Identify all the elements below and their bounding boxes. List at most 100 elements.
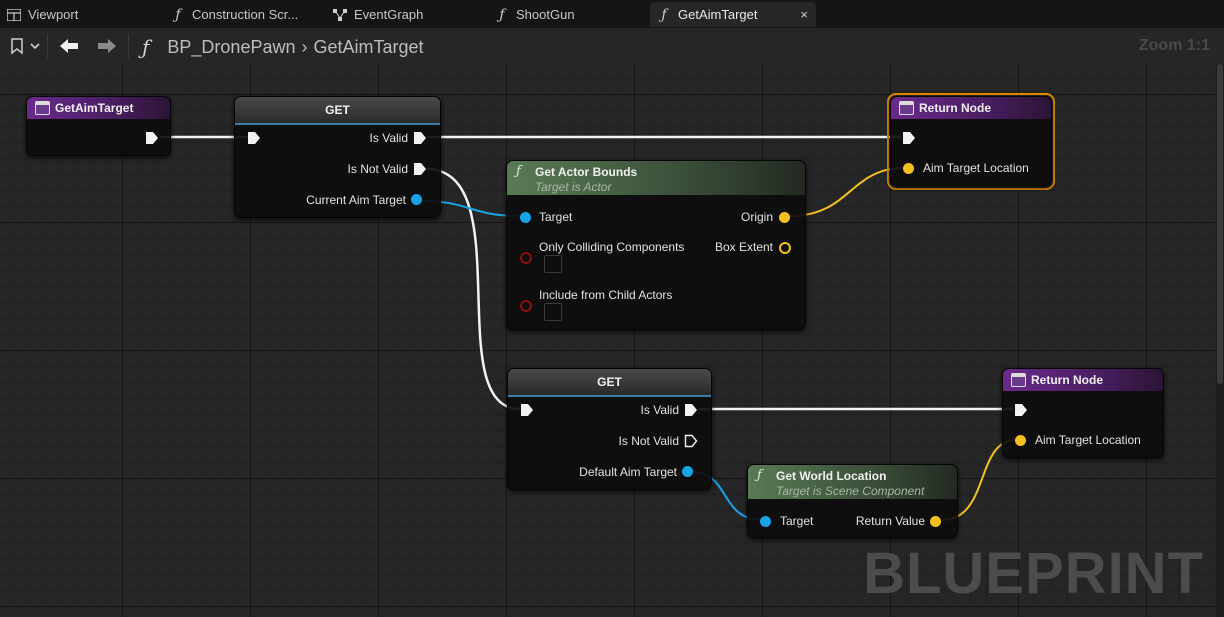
vector-pin[interactable] xyxy=(1015,435,1026,446)
node-title: Get Actor Bounds xyxy=(535,165,638,179)
return-node[interactable]: Return Node Aim Target Location xyxy=(890,96,1052,186)
vector-pin-unconnected[interactable] xyxy=(779,242,791,254)
forward-button[interactable] xyxy=(94,34,120,58)
node-title: GetAimTarget xyxy=(55,101,134,115)
checkbox[interactable] xyxy=(544,303,562,321)
toolbar: ƒ BP_DronePawn › GetAimTarget Zoom 1:1 xyxy=(0,28,1224,64)
graph-canvas[interactable]: GetAimTarget GET Is Valid Is Not Valid C… xyxy=(0,64,1216,617)
pin-label-aim-target-location: Aim Target Location xyxy=(1035,433,1141,447)
pin-label-return-value: Return Value xyxy=(855,514,925,528)
zoom-level: Zoom 1:1 xyxy=(1138,37,1210,54)
pin-label-aim-target-location: Aim Target Location xyxy=(923,161,1029,175)
scrollbar-thumb[interactable] xyxy=(1217,64,1223,384)
breadcrumb-function[interactable]: GetAimTarget xyxy=(313,37,423,58)
node-header: GET xyxy=(508,369,711,395)
exec-out-pin[interactable] xyxy=(145,131,159,145)
exec-in-pin[interactable] xyxy=(902,131,916,145)
exec-out-pin-unconnected[interactable] xyxy=(684,434,698,448)
vector-pin[interactable] xyxy=(903,163,914,174)
node-title: Get World Location xyxy=(776,469,887,483)
exec-out-pin[interactable] xyxy=(684,403,698,417)
pin-label-box-extent: Box Extent xyxy=(714,240,773,254)
tab-label: EventGraph xyxy=(354,7,424,22)
get-actor-bounds-node[interactable]: ƒ Get Actor Bounds Target is Actor Targe… xyxy=(506,160,806,330)
object-pin[interactable] xyxy=(411,194,422,205)
pin-label-is-not-valid: Is Not Valid xyxy=(618,434,679,448)
function-node-icon xyxy=(899,101,914,115)
back-button[interactable] xyxy=(56,34,82,58)
node-title: GET xyxy=(597,375,622,389)
function-entry-node[interactable]: GetAimTarget xyxy=(26,96,171,156)
object-pin[interactable] xyxy=(760,516,771,527)
node-header: Return Node xyxy=(1003,369,1163,391)
function-icon: ƒ xyxy=(516,164,521,179)
vertical-scrollbar[interactable] xyxy=(1216,64,1224,617)
vector-pin[interactable] xyxy=(779,212,790,223)
toolbar-divider xyxy=(47,34,48,58)
close-icon[interactable]: × xyxy=(800,7,808,22)
pin-label-origin: Origin xyxy=(740,210,773,224)
exec-in-pin[interactable] xyxy=(1014,403,1028,417)
function-icon: ƒ xyxy=(499,6,505,23)
tab-construction-script[interactable]: ƒ Construction Scr... xyxy=(170,2,320,27)
pin-label-include-from-child-actors: Include from Child Actors xyxy=(539,288,673,302)
pin-label-target: Target xyxy=(539,210,573,224)
tab-event-graph[interactable]: EventGraph xyxy=(332,2,482,27)
checkbox[interactable] xyxy=(544,255,562,273)
node-header: GetAimTarget xyxy=(27,97,170,119)
node-header: ƒ Get Actor Bounds Target is Actor xyxy=(507,161,805,195)
pin-label-is-valid: Is Valid xyxy=(369,131,408,145)
node-header: GET xyxy=(235,97,440,123)
pin-label-current-aim-target: Current Aim Target xyxy=(306,193,406,207)
node-header: ƒ Get World Location Target is Scene Com… xyxy=(748,465,957,499)
pin-label-default-aim-target: Default Aim Target xyxy=(579,465,677,479)
tab-getaimtarget[interactable]: ƒ GetAimTarget × xyxy=(650,2,816,27)
tab-label: Viewport xyxy=(28,7,79,22)
node-title: GET xyxy=(325,103,350,117)
return-node[interactable]: Return Node Aim Target Location xyxy=(1002,368,1164,458)
breadcrumb-blueprint[interactable]: BP_DronePawn xyxy=(167,37,295,58)
vector-pin[interactable] xyxy=(930,516,941,527)
function-icon: ƒ xyxy=(757,468,762,483)
object-pin[interactable] xyxy=(520,212,531,223)
bool-pin[interactable] xyxy=(520,300,532,312)
function-icon: ƒ xyxy=(175,6,181,23)
exec-in-pin[interactable] xyxy=(520,403,534,417)
chevron-right-icon: › xyxy=(301,36,308,57)
validated-get-node[interactable]: GET Is Valid Is Not Valid Current Aim Ta… xyxy=(234,96,441,218)
function-node-icon xyxy=(35,101,50,115)
exec-out-pin[interactable] xyxy=(413,162,427,176)
bookmark-dropdown-button[interactable] xyxy=(8,36,40,56)
function-node-icon xyxy=(1011,373,1026,387)
node-subtitle: Target is Actor xyxy=(535,180,612,194)
get-world-location-node[interactable]: ƒ Get World Location Target is Scene Com… xyxy=(747,464,958,538)
tab-label: Construction Scr... xyxy=(192,7,299,22)
bool-pin[interactable] xyxy=(520,252,532,264)
node-title: Return Node xyxy=(1031,373,1103,387)
graph-icon xyxy=(332,7,348,23)
toolbar-divider xyxy=(128,34,129,58)
exec-out-pin[interactable] xyxy=(413,131,427,145)
arrow-right-icon xyxy=(98,39,116,53)
pin-label-target: Target xyxy=(780,514,814,528)
blueprint-watermark: BLUEPRINT xyxy=(863,541,1204,606)
node-header-accent xyxy=(235,123,440,125)
pin-label-is-valid: Is Valid xyxy=(640,403,679,417)
node-title: Return Node xyxy=(919,101,991,115)
object-pin[interactable] xyxy=(682,466,693,477)
tab-label: GetAimTarget xyxy=(678,7,758,22)
validated-get-node[interactable]: GET Is Valid Is Not Valid Default Aim Ta… xyxy=(507,368,712,490)
breadcrumb: ƒ BP_DronePawn › GetAimTarget xyxy=(142,35,424,59)
node-subtitle: Target is Scene Component xyxy=(776,484,925,498)
exec-in-pin[interactable] xyxy=(247,131,261,145)
function-icon: ƒ xyxy=(661,6,667,23)
tab-viewport[interactable]: Viewport xyxy=(6,2,156,27)
tab-shootgun[interactable]: ƒ ShootGun xyxy=(494,2,644,27)
grid-icon xyxy=(6,7,22,23)
arrow-left-icon xyxy=(60,39,78,53)
function-icon: ƒ xyxy=(142,35,150,59)
tab-bar: Viewport ƒ Construction Scr... EventGrap… xyxy=(0,0,1224,28)
pin-label-is-not-valid: Is Not Valid xyxy=(347,162,408,176)
node-header-accent xyxy=(508,395,711,397)
node-header: Return Node xyxy=(891,97,1051,119)
